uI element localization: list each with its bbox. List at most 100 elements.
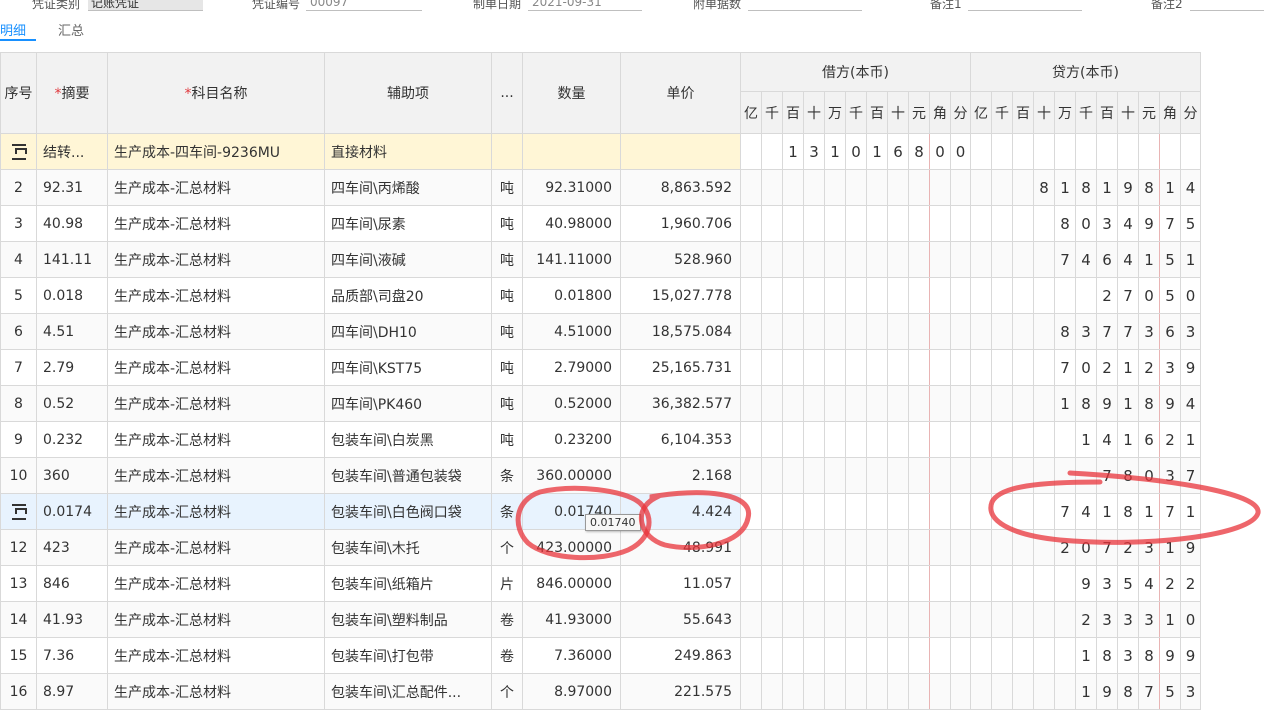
credit-digit-cell[interactable]: 8 — [1138, 637, 1160, 674]
debit-digit-cell[interactable] — [908, 529, 930, 566]
debit-digit-cell[interactable] — [950, 277, 971, 314]
debit-digit-cell[interactable] — [866, 277, 888, 314]
debit-digit-cell[interactable] — [740, 637, 762, 674]
debit-digit-cell[interactable] — [908, 313, 930, 350]
debit-digit-cell[interactable] — [929, 277, 951, 314]
credit-digit-cell[interactable]: 7 — [1117, 277, 1139, 314]
row-menu-button[interactable] — [0, 493, 37, 530]
credit-digit-cell[interactable]: 8 — [1075, 169, 1097, 206]
credit-digit-cell[interactable]: 3 — [1117, 601, 1139, 638]
debit-digit-cell[interactable] — [824, 349, 846, 386]
debit-digit-cell[interactable] — [950, 637, 971, 674]
credit-digit-cell[interactable] — [1033, 421, 1055, 458]
debit-digit-cell[interactable] — [803, 385, 825, 422]
debit-digit-cell[interactable] — [803, 493, 825, 530]
debit-digit-cell[interactable] — [845, 241, 867, 278]
summary-cell[interactable]: 423 — [36, 529, 108, 566]
credit-digit-cell[interactable]: 1 — [1159, 529, 1181, 566]
credit-digit-cell[interactable] — [1159, 133, 1181, 170]
debit-digit-cell[interactable] — [803, 673, 825, 710]
credit-digit-cell[interactable]: 3 — [1138, 313, 1160, 350]
credit-digit-cell[interactable]: 4 — [1180, 169, 1201, 206]
credit-digit-cell[interactable]: 1 — [1117, 385, 1139, 422]
credit-digit-cell[interactable]: 9 — [1096, 385, 1118, 422]
debit-digit-cell[interactable] — [782, 493, 804, 530]
table-row[interactable]: 9 0.232 生产成本-汇总材料 包装车间\白炭黑吨 0.23200 6,104.353… — [0, 421, 1201, 458]
credit-digit-cell[interactable] — [1138, 133, 1160, 170]
credit-digit-cell[interactable] — [1012, 493, 1034, 530]
debit-digit-cell[interactable] — [929, 493, 951, 530]
debit-digit-cell[interactable] — [950, 601, 971, 638]
summary-cell[interactable]: 4.51 — [36, 313, 108, 350]
table-row[interactable]: 2 92.31 生产成本-汇总材料 四车间\丙烯酸吨 92.31000 8,863.592… — [0, 169, 1201, 206]
debit-digit-cell[interactable] — [908, 277, 930, 314]
qty-cell[interactable]: 0.23200 — [522, 421, 621, 458]
debit-digit-cell[interactable] — [740, 241, 762, 278]
credit-digit-cell[interactable] — [1054, 457, 1076, 494]
credit-digit-cell[interactable]: 9 — [1159, 637, 1181, 674]
debit-digit-cell[interactable] — [887, 205, 909, 242]
debit-digit-cell[interactable] — [782, 277, 804, 314]
qty-cell[interactable]: 0.52000 — [522, 385, 621, 422]
credit-digit-cell[interactable]: 6 — [1096, 241, 1118, 278]
credit-digit-cell[interactable]: 9 — [1159, 385, 1181, 422]
debit-digit-cell[interactable] — [845, 565, 867, 602]
unit-cell[interactable]: 条 — [491, 457, 523, 494]
credit-digit-cell[interactable] — [1033, 205, 1055, 242]
credit-digit-cell[interactable]: 1 — [1159, 601, 1181, 638]
credit-digit-cell[interactable]: 3 — [1180, 313, 1201, 350]
debit-digit-cell[interactable] — [782, 241, 804, 278]
debit-digit-cell[interactable]: 0 — [950, 133, 971, 170]
unit-cell[interactable]: 吨 — [491, 421, 523, 458]
credit-digit-cell[interactable] — [970, 457, 992, 494]
credit-digit-cell[interactable]: 1 — [1180, 493, 1201, 530]
debit-digit-cell[interactable] — [740, 385, 762, 422]
credit-digit-cell[interactable]: 8 — [1138, 385, 1160, 422]
summary-cell[interactable]: 0.0174 — [36, 493, 108, 530]
credit-digit-cell[interactable] — [1012, 457, 1034, 494]
price-cell[interactable]: 6,104.353 — [620, 421, 741, 458]
debit-digit-cell[interactable] — [761, 241, 783, 278]
debit-digit-cell[interactable] — [761, 169, 783, 206]
debit-digit-cell[interactable] — [908, 385, 930, 422]
debit-digit-cell[interactable] — [845, 457, 867, 494]
row-seq[interactable]: 10 — [0, 457, 37, 494]
debit-digit-cell[interactable] — [761, 493, 783, 530]
credit-digit-cell[interactable] — [970, 421, 992, 458]
debit-digit-cell[interactable] — [887, 637, 909, 674]
debit-digit-cell[interactable] — [740, 349, 762, 386]
credit-digit-cell[interactable]: 8 — [1138, 169, 1160, 206]
credit-digit-cell[interactable] — [970, 529, 992, 566]
credit-digit-cell[interactable] — [970, 241, 992, 278]
debit-digit-cell[interactable] — [887, 421, 909, 458]
credit-digit-cell[interactable] — [1033, 457, 1055, 494]
debit-digit-cell[interactable] — [845, 277, 867, 314]
debit-digit-cell[interactable] — [782, 313, 804, 350]
row-seq[interactable]: 12 — [0, 529, 37, 566]
debit-digit-cell[interactable] — [887, 169, 909, 206]
summary-cell[interactable]: 846 — [36, 565, 108, 602]
aux-cell[interactable]: 四车间\丙烯酸 — [324, 169, 492, 206]
debit-digit-cell[interactable] — [950, 493, 971, 530]
credit-digit-cell[interactable] — [1075, 457, 1097, 494]
debit-digit-cell[interactable] — [950, 529, 971, 566]
debit-digit-cell[interactable] — [740, 457, 762, 494]
credit-digit-cell[interactable] — [1117, 133, 1139, 170]
credit-digit-cell[interactable]: 7 — [1054, 493, 1076, 530]
credit-digit-cell[interactable] — [1033, 565, 1055, 602]
credit-digit-cell[interactable]: 4 — [1180, 385, 1201, 422]
credit-digit-cell[interactable]: 2 — [1075, 601, 1097, 638]
account-cell[interactable]: 生产成本-汇总材料 — [107, 493, 325, 530]
account-cell[interactable]: 生产成本-四车间-9236MU — [107, 133, 325, 170]
credit-digit-cell[interactable]: 0 — [1138, 457, 1160, 494]
credit-digit-cell[interactable]: 1 — [1054, 169, 1076, 206]
debit-digit-cell[interactable] — [761, 601, 783, 638]
summary-cell[interactable]: 360 — [36, 457, 108, 494]
credit-digit-cell[interactable] — [970, 277, 992, 314]
summary-cell[interactable]: 结转... — [36, 133, 108, 170]
credit-digit-cell[interactable] — [991, 493, 1013, 530]
summary-cell[interactable]: 0.018 — [36, 277, 108, 314]
debit-digit-cell[interactable] — [929, 241, 951, 278]
debit-digit-cell[interactable] — [824, 565, 846, 602]
aux-cell[interactable]: 直接材料 — [324, 133, 492, 170]
